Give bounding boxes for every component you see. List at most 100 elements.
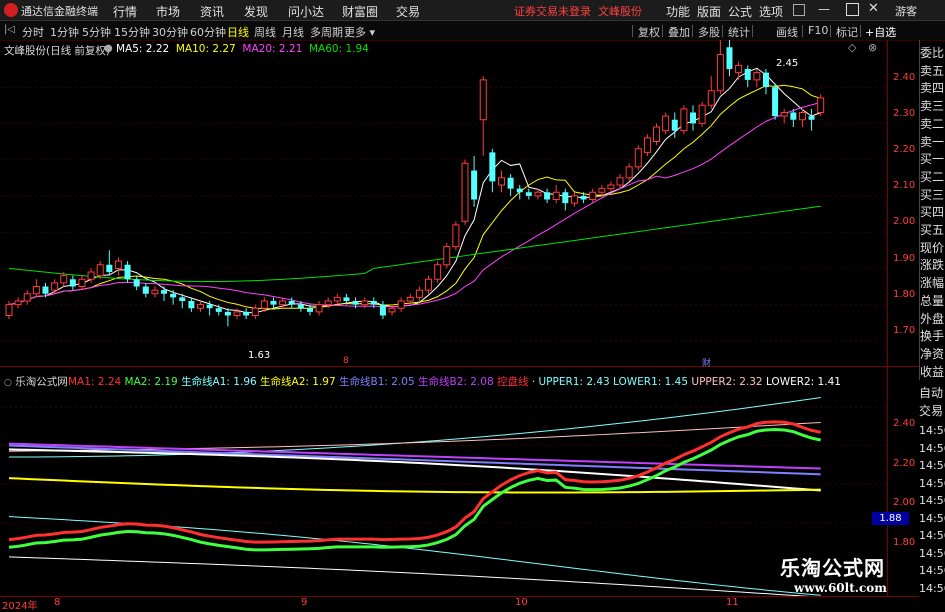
period-more[interactable]: 更多 ▾ xyxy=(344,24,375,40)
candle-body xyxy=(625,166,633,179)
finance-marker[interactable]: 财 xyxy=(702,356,711,369)
user-label[interactable]: 游客 xyxy=(895,3,917,19)
candle xyxy=(243,308,250,320)
menu-wealth[interactable]: 财富圈 xyxy=(342,3,378,20)
period-daily[interactable]: 日线 xyxy=(227,24,249,40)
candle xyxy=(497,170,505,193)
menu-news[interactable]: 资讯 xyxy=(200,3,224,20)
candle xyxy=(634,145,642,171)
candle-body xyxy=(753,72,761,81)
candle-body xyxy=(570,195,578,204)
candle-body xyxy=(133,279,140,287)
menu-discover[interactable]: 发现 xyxy=(244,3,268,20)
event-marker[interactable]: 8 xyxy=(343,356,349,366)
candle-body xyxy=(333,296,341,302)
candle xyxy=(434,261,442,283)
indicator-chart[interactable] xyxy=(0,386,887,596)
menu-trade[interactable]: 交易 xyxy=(396,3,420,20)
period-multi[interactable]: 多周期 xyxy=(310,24,343,40)
trade-label[interactable]: 交易 xyxy=(919,402,945,419)
period-30min[interactable]: 30分钟 xyxy=(152,24,188,40)
menu-options[interactable]: 选项 xyxy=(759,3,783,20)
auto-label[interactable]: 自动 xyxy=(919,384,945,401)
menu-market-center[interactable]: 市场 xyxy=(156,3,180,20)
period-monthly[interactable]: 月线 xyxy=(282,24,304,40)
close-icon[interactable]: ✕ xyxy=(868,1,879,16)
candle-body xyxy=(288,301,295,305)
candle xyxy=(69,275,76,291)
time-entry: 14:56 xyxy=(919,459,945,472)
btn-overlay[interactable]: 叠加 xyxy=(668,24,690,40)
candle xyxy=(471,156,478,207)
stock-name-top: 文峰股份 xyxy=(598,5,642,18)
minimize-icon[interactable]: — xyxy=(818,2,830,16)
time-entry: 14:56 xyxy=(919,424,945,437)
candle-body xyxy=(808,116,815,120)
candle xyxy=(379,301,386,320)
candle xyxy=(142,282,149,298)
time-entry: 14:56 xyxy=(919,476,945,490)
high-price-label: 2.45 xyxy=(776,58,799,69)
kline-chart[interactable] xyxy=(0,40,919,368)
period-15min[interactable]: 15分钟 xyxy=(114,24,150,40)
sub-y-tick: 2.00 xyxy=(893,497,916,508)
x-label: 2024年 xyxy=(2,601,38,612)
menu-layout[interactable]: 版面 xyxy=(697,3,721,20)
candle xyxy=(753,69,761,88)
candle xyxy=(32,279,40,298)
candle-body xyxy=(634,148,642,168)
candle-body xyxy=(790,112,797,120)
candle-body xyxy=(306,308,313,312)
candle-body xyxy=(726,47,733,69)
btn-stats[interactable]: 统计 xyxy=(728,24,750,40)
candle-body xyxy=(552,191,560,200)
candle xyxy=(552,185,560,204)
btn-add-favorite[interactable]: +自选 xyxy=(865,24,896,40)
period-60min[interactable]: 60分钟 xyxy=(190,24,226,40)
quote-item: 委比 xyxy=(920,46,945,60)
period-weekly[interactable]: 周线 xyxy=(254,24,276,40)
menu-market[interactable]: 行情 xyxy=(113,3,137,20)
menu-formula[interactable]: 公式 xyxy=(728,3,752,20)
x-label: 8 xyxy=(54,597,61,608)
btn-f10[interactable]: F10 xyxy=(808,24,828,37)
candle-body xyxy=(215,308,222,312)
candle xyxy=(170,290,177,305)
current-value-tag: 1.88 xyxy=(872,512,909,525)
candle xyxy=(425,275,433,294)
btn-draw[interactable]: 画线 xyxy=(776,24,798,40)
candle-body xyxy=(479,79,487,121)
period-1min[interactable]: 1分钟 xyxy=(50,24,79,40)
quote-item: 买五 xyxy=(920,223,945,237)
login-notice[interactable]: 证券交易未登录 文峰股份 xyxy=(514,3,642,19)
quote-item: 净资 xyxy=(920,346,945,361)
menu-functions[interactable]: 功能 xyxy=(666,3,690,20)
candle-body xyxy=(197,304,205,309)
restore-icon[interactable] xyxy=(793,4,805,16)
candle-body xyxy=(243,311,250,316)
ma1-line xyxy=(8,420,821,544)
toolbar-divider xyxy=(752,25,753,37)
candle xyxy=(106,250,113,276)
btn-adjust[interactable]: 复权 xyxy=(638,24,660,40)
candle xyxy=(707,76,715,109)
toolbar-divider xyxy=(692,25,693,37)
app-logo-icon xyxy=(4,3,18,17)
candle-body xyxy=(762,72,769,88)
btn-multi-stock[interactable]: 多股 xyxy=(698,24,720,40)
time-entry: 14:56 xyxy=(919,494,945,507)
candle-body xyxy=(690,112,696,124)
quote-item: 现价 xyxy=(920,240,945,255)
candle xyxy=(14,297,22,309)
period-tick[interactable]: 分时 xyxy=(22,24,44,40)
menu-ask[interactable]: 问小达 xyxy=(288,3,324,20)
toolbar-handle-icon[interactable]: |◁ xyxy=(4,24,15,35)
lower1-line xyxy=(8,516,821,596)
maximize-icon[interactable] xyxy=(846,3,859,16)
btn-mark[interactable]: 标记 xyxy=(836,24,858,40)
candle xyxy=(607,181,615,193)
candle-body xyxy=(489,152,496,182)
period-5min[interactable]: 5分钟 xyxy=(82,24,111,40)
candle xyxy=(589,188,597,204)
x-label: 10 xyxy=(515,597,528,608)
